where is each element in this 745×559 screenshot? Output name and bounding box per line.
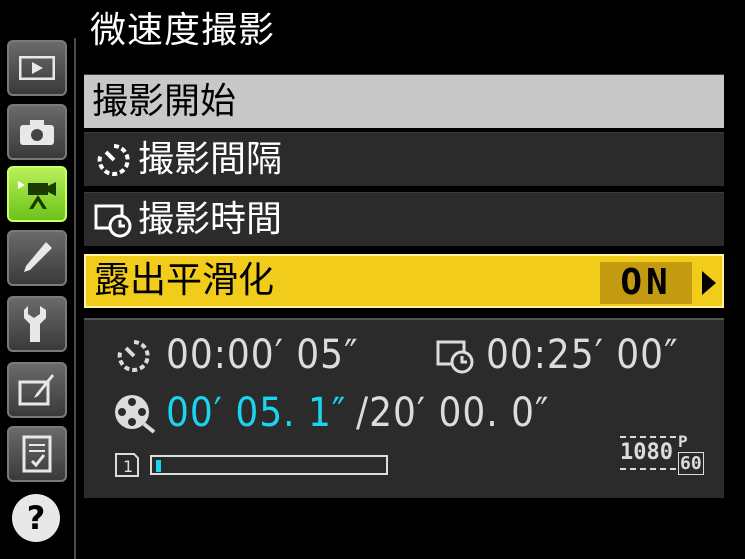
- svg-text:1: 1: [123, 457, 133, 476]
- movie-quality-badge: 1080 P 60: [620, 432, 712, 478]
- playback-icon: [19, 56, 55, 80]
- pencil-icon: [20, 240, 54, 276]
- movie-icon: [16, 177, 58, 211]
- memory-progress-bar: [150, 455, 388, 475]
- shooting-time-icon: [434, 336, 478, 380]
- shooting-time-icon: [92, 200, 136, 240]
- interval-value: 00:00′ 05″: [166, 332, 359, 378]
- tab-custom-settings[interactable]: [7, 230, 67, 286]
- frame-rate-letter: P: [678, 432, 688, 451]
- tab-movie-shooting[interactable]: [7, 166, 67, 222]
- rail-divider: [74, 38, 76, 559]
- shooting-time-value: 00:25′ 00″: [486, 332, 679, 378]
- page-title: 微速度撮影: [90, 10, 276, 51]
- memory-card-icon: 1: [112, 452, 142, 482]
- interval-timer-icon: [92, 140, 136, 180]
- movie-reel-icon: [112, 392, 158, 438]
- movie-length-current: 00′ 05. 1″: [166, 390, 347, 436]
- setting-value-badge: ON: [600, 262, 692, 304]
- menu-tab-rail: ?: [0, 0, 76, 559]
- recent-settings-icon: [20, 435, 54, 473]
- chevron-right-icon: [702, 271, 716, 295]
- help-button[interactable]: ?: [12, 494, 60, 542]
- menu-item-label: 撮影間隔: [138, 138, 283, 180]
- menu-item-label: 撮影開始: [92, 80, 237, 122]
- wrench-icon: [22, 304, 52, 344]
- menu-item-start[interactable]: 撮影開始: [84, 74, 724, 128]
- memory-progress-fill: [156, 460, 161, 472]
- retouch-icon: [18, 372, 56, 408]
- menu-item-interval[interactable]: 撮影間隔: [84, 132, 724, 186]
- tab-setup[interactable]: [7, 296, 67, 352]
- menu-item-label: 露出平滑化: [94, 260, 275, 301]
- movie-length-total: /20′ 00. 0″: [356, 390, 550, 436]
- menu-item-shooting-time[interactable]: 撮影時間: [84, 192, 724, 246]
- resolution-label: 1080: [620, 440, 673, 465]
- menu-item-label: 撮影時間: [138, 198, 283, 240]
- help-icon: ?: [26, 499, 46, 537]
- film-strip-bottom: [620, 468, 676, 474]
- frame-rate-value: 60: [678, 452, 704, 475]
- tab-recent-settings[interactable]: [7, 426, 67, 482]
- tab-photo-shooting[interactable]: [7, 104, 67, 160]
- interval-timer-icon: [112, 336, 156, 380]
- tab-retouch[interactable]: [7, 362, 67, 418]
- tab-playback[interactable]: [7, 40, 67, 96]
- camera-icon: [18, 118, 56, 146]
- menu-item-exposure-smoothing[interactable]: 露出平滑化 ON: [84, 254, 724, 308]
